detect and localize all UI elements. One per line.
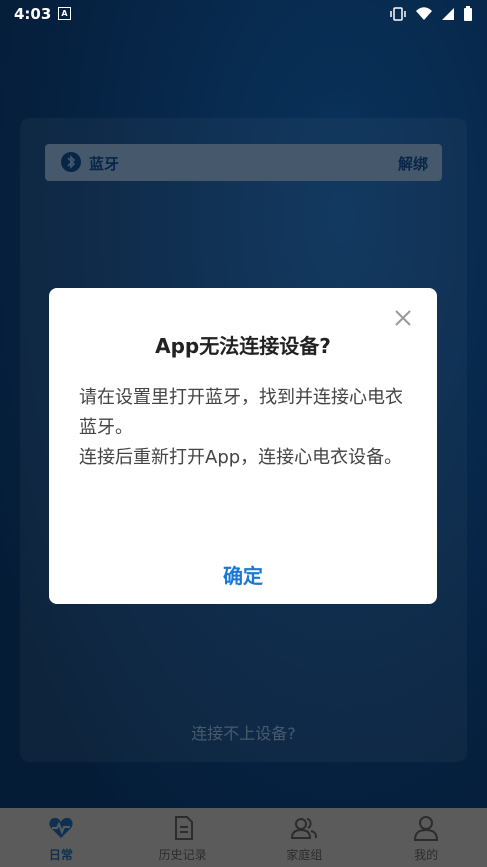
close-icon[interactable] bbox=[393, 308, 413, 328]
battery-icon bbox=[464, 6, 472, 21]
status-icons bbox=[389, 6, 473, 22]
wifi-icon bbox=[416, 7, 432, 20]
vibrate-icon bbox=[390, 7, 406, 21]
dialog-title: App无法连接设备? bbox=[155, 334, 331, 358]
signal-icon bbox=[442, 8, 454, 20]
connection-help-dialog: App无法连接设备? 请在设置里打开蓝牙，找到并连接心电衣蓝牙。 连接后重新打开… bbox=[49, 288, 437, 604]
confirm-button[interactable]: 确定 bbox=[49, 560, 437, 589]
status-bar: 4:03 A bbox=[0, 0, 487, 28]
status-time: 4:03 bbox=[14, 5, 52, 23]
dialog-message: 请在设置里打开蓝牙，找到并连接心电衣蓝牙。 连接后重新打开App，连接心电衣设备… bbox=[79, 387, 403, 468]
notification-a-icon: A bbox=[58, 7, 71, 20]
